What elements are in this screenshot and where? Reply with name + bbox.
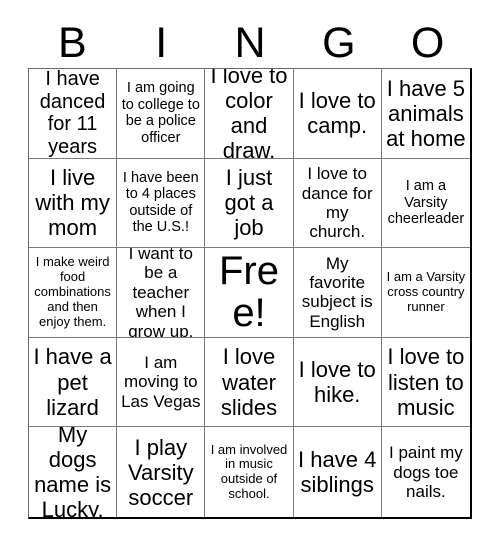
bingo-cell[interactable]: My favorite subject is English: [293, 248, 382, 338]
bingo-cell[interactable]: I am a Varsity cross country runner: [381, 248, 470, 338]
bingo-grid: I have danced for 11 years I am going to…: [28, 68, 472, 519]
bingo-cell[interactable]: I play Varsity soccer: [117, 427, 206, 517]
bingo-cell-text: I am a Varsity cheerleader: [387, 178, 465, 228]
bingo-cell[interactable]: I just got a job: [205, 158, 294, 249]
bingo-header-letter-n: N: [234, 19, 266, 67]
bingo-cell[interactable]: I make weird food combinations and then …: [29, 248, 118, 338]
bingo-cell-text: I have been to 4 places outside of the U…: [122, 169, 199, 236]
bingo-cell-text: I am a Varsity cross country runner: [386, 269, 466, 314]
bingo-cell[interactable]: I have 4 siblings: [293, 427, 382, 517]
bingo-cell[interactable]: I want to be a teacher when I grow up.: [117, 248, 206, 338]
bingo-cell-free-space[interactable]: Free!: [205, 248, 294, 338]
bingo-cell-text: Free!: [218, 249, 279, 336]
bingo-header-letter-g: G: [322, 19, 356, 67]
bingo-cell-text: I want to be a teacher when I grow up.: [128, 248, 194, 338]
bingo-cell[interactable]: I have been to 4 places outside of the U…: [117, 158, 206, 249]
bingo-cell-text: I love to camp.: [298, 88, 376, 139]
bingo-header-letter-o: O: [410, 19, 445, 67]
bingo-cell[interactable]: I love to color and draw.: [205, 69, 294, 159]
bingo-cell-text: I have 4 siblings: [298, 447, 377, 498]
bingo-cell[interactable]: I am moving to Las Vegas: [117, 337, 206, 428]
bingo-cell-text: I love to color and draw.: [210, 69, 288, 159]
bingo-header: B I N G O: [28, 18, 472, 68]
bingo-cell-text: I am moving to Las Vegas: [121, 353, 201, 411]
bingo-cell-text: My dogs name is Lucky.: [34, 427, 112, 517]
bingo-cell[interactable]: I love to camp.: [293, 69, 382, 159]
bingo-cell-text: I love to hike.: [298, 357, 376, 408]
bingo-cell-text: I love water slides: [220, 344, 278, 420]
bingo-header-letter-i: I: [155, 19, 168, 67]
bingo-header-letter-b: B: [58, 19, 87, 67]
bingo-cell-text: I am involved in music outside of school…: [210, 441, 288, 501]
bingo-cell-text: My favorite subject is English: [301, 253, 373, 331]
bingo-cell-text: I am going to college to be a police off…: [121, 80, 200, 146]
bingo-cell[interactable]: I paint my dogs toe nails.: [381, 427, 470, 517]
bingo-cell[interactable]: I have danced for 11 years: [29, 69, 118, 159]
bingo-cell[interactable]: I am a Varsity cheerleader: [381, 158, 470, 249]
bingo-cell[interactable]: I love to dance for my church.: [293, 158, 382, 249]
bingo-cell[interactable]: I live with my mom: [29, 158, 118, 249]
bingo-cell[interactable]: My dogs name is Lucky.: [29, 427, 118, 517]
bingo-cell[interactable]: I love water slides: [205, 337, 294, 428]
bingo-cell-text: I have a pet lizard: [33, 344, 112, 420]
bingo-cell[interactable]: I am going to college to be a police off…: [117, 69, 206, 159]
bingo-cell[interactable]: I have 5 animals at home: [381, 69, 470, 159]
bingo-cell[interactable]: I am involved in music outside of school…: [205, 427, 294, 517]
bingo-cell-text: I have danced for 11 years: [39, 69, 106, 159]
bingo-cell[interactable]: I love to listen to music: [381, 337, 470, 428]
bingo-cell-text: I play Varsity soccer: [127, 434, 194, 510]
bingo-cell-text: I just got a job: [224, 165, 274, 241]
bingo-cell[interactable]: I love to hike.: [293, 337, 382, 428]
bingo-cell-text: I have 5 animals at home: [386, 75, 466, 151]
bingo-cell-text: I make weird food combinations and then …: [34, 254, 111, 329]
bingo-cell[interactable]: I have a pet lizard: [29, 337, 118, 428]
bingo-card: B I N G O I have danced for 11 years I a…: [0, 0, 500, 544]
bingo-cell-text: I paint my dogs toe nails.: [389, 443, 463, 501]
bingo-cell-text: I love to dance for my church.: [301, 164, 373, 242]
bingo-cell-text: I love to listen to music: [387, 344, 465, 420]
bingo-cell-text: I live with my mom: [35, 165, 110, 241]
